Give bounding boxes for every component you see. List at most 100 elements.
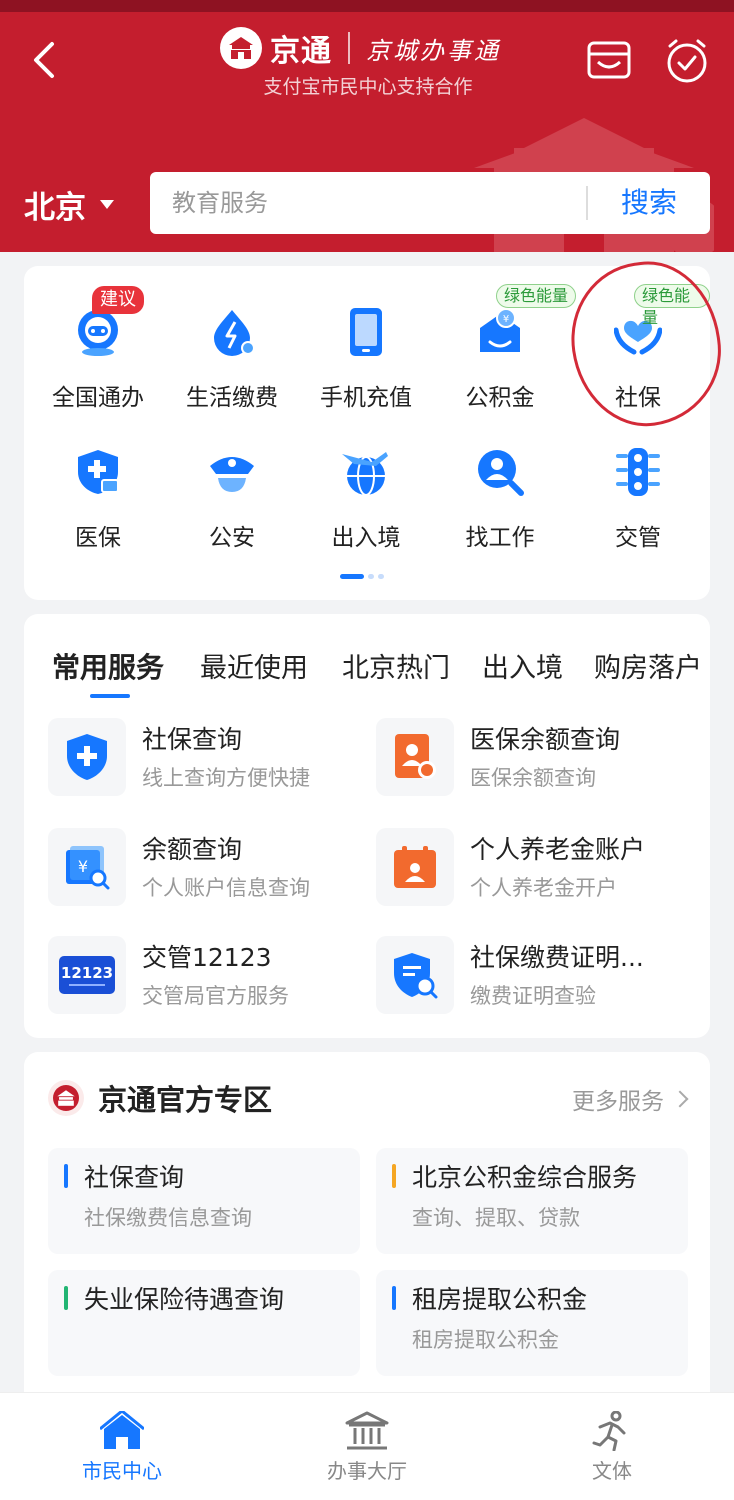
grid-label: 生活缴费 (186, 385, 278, 411)
government-hall-icon (345, 1411, 389, 1450)
grid-label: 交管 (615, 525, 661, 551)
svg-text:12123: 12123 (61, 964, 113, 982)
service-subtitle: 个人养老金开户 (470, 876, 617, 900)
grid-item-police[interactable]: 公安 (164, 448, 300, 568)
grid-item-immigration[interactable]: 出入境 (298, 448, 434, 568)
job-search-icon (478, 450, 524, 496)
tile-subtitle: 查询、提取、贷款 (412, 1206, 580, 1230)
tile-title: 社保查询 (84, 1163, 185, 1192)
phone-recharge-icon (350, 308, 382, 356)
service-icon-box (376, 718, 454, 796)
svg-text:¥: ¥ (503, 314, 509, 325)
nav-culture-sports[interactable]: 文体 (512, 1393, 712, 1500)
nav-label: 市民中心 (82, 1459, 162, 1483)
grid-item-medical[interactable]: 医保 (30, 448, 166, 568)
grid-item-housing-fund[interactable]: ¥ 公积金 (432, 308, 568, 428)
search-input[interactable]: 教育服务 (172, 172, 268, 234)
official-tile-rent-withdraw[interactable]: 租房提取公积金 租房提取公积金 (376, 1270, 688, 1376)
search-button[interactable]: 搜索 (588, 172, 710, 234)
active-tab-indicator (90, 694, 130, 698)
city-name: 北京 (24, 189, 86, 226)
tab-immigration[interactable]: 出入境 (482, 646, 563, 685)
running-person-icon (592, 1411, 626, 1451)
service-title: 个人养老金账户 (470, 835, 646, 864)
brand-separator (348, 32, 350, 64)
nav-label: 办事大厅 (327, 1459, 407, 1483)
city-selector[interactable]: 北京 (24, 182, 114, 226)
timer-check-icon[interactable] (664, 36, 710, 84)
service-subtitle: 医保余额查询 (470, 766, 596, 790)
medical-insurance-icon (78, 450, 119, 494)
official-zone-header: 京通官方专区 (48, 1078, 272, 1118)
brand-slogan: 京城办事通 (366, 36, 501, 65)
brand-name: 京通 (270, 34, 332, 69)
certificate-search-icon (394, 953, 438, 999)
nav-citizen-center[interactable]: 市民中心 (22, 1393, 222, 1500)
jingtong-logo-icon (48, 1080, 84, 1116)
bottom-navigation: 市民中心 办事大厅 文体 (0, 1392, 734, 1500)
service-icon-box (376, 828, 454, 906)
traffic-12123-icon: 12123 (59, 956, 115, 994)
service-icon-box: 12123 (48, 936, 126, 1014)
shield-plus-icon (67, 734, 107, 780)
official-tile-unemployment[interactable]: 失业保险待遇查询 (48, 1270, 360, 1376)
search-bar[interactable]: 教育服务 搜索 (150, 172, 710, 234)
tab-common[interactable]: 常用服务 (52, 646, 164, 686)
police-icon (210, 457, 254, 492)
nav-label: 文体 (592, 1459, 632, 1483)
tile-accent-bar (64, 1286, 68, 1310)
app-brand: 京通 京城办事通 (220, 26, 520, 70)
more-services-link[interactable]: 更多服务 (572, 1082, 689, 1116)
tile-title: 租房提取公积金 (412, 1285, 588, 1314)
official-tile-social-query[interactable]: 社保查询 社保缴费信息查询 (48, 1148, 360, 1254)
grid-label: 出入境 (331, 525, 401, 551)
service-icon-box (48, 718, 126, 796)
chevron-right-icon (671, 1090, 689, 1108)
tab-recent[interactable]: 最近使用 (200, 646, 308, 685)
service-title: 交管12123 (142, 943, 272, 972)
grid-item-nationwide[interactable]: 全国通办 (30, 308, 166, 428)
status-bar-strip (0, 0, 734, 12)
service-title: 余额查询 (142, 835, 243, 864)
service-item-pension[interactable]: 个人养老金账户 个人养老金开户 (376, 828, 696, 912)
nav-service-hall[interactable]: 办事大厅 (267, 1393, 467, 1500)
service-item-social-query[interactable]: 社保查询 线上查询方便快捷 (48, 718, 368, 802)
official-zone-card: 京通官方专区 更多服务 社保查询 社保缴费信息查询 北京公积金综合服务 查询、提… (24, 1052, 710, 1412)
green-energy-badge: 绿色能量 (496, 284, 577, 308)
service-title: 社保缴费证明... (470, 943, 644, 972)
grid-item-traffic[interactable]: 交管 (570, 448, 706, 568)
more-services-label: 更多服务 (572, 1089, 664, 1115)
service-item-medical-balance[interactable]: 医保余额查询 医保余额查询 (376, 718, 696, 802)
service-item-certificate[interactable]: 社保缴费证明... 缴费证明查验 (376, 936, 696, 1020)
service-title: 社保查询 (142, 725, 243, 754)
card-wallet-icon[interactable] (586, 40, 632, 80)
grid-item-recharge[interactable]: 手机充值 (298, 308, 434, 428)
tab-housing-hukou[interactable]: 购房落户 (594, 646, 702, 685)
grid-label: 找工作 (465, 525, 535, 551)
service-item-traffic-12123[interactable]: 12123 交管12123 交管局官方服务 (48, 936, 368, 1020)
service-item-balance[interactable]: ¥ 余额查询 个人账户信息查询 (48, 828, 368, 912)
tile-title: 北京公积金综合服务 (412, 1163, 638, 1192)
page-dot (368, 574, 374, 579)
page-indicator (340, 574, 388, 579)
service-subtitle: 个人账户信息查询 (142, 876, 310, 900)
grid-label: 全国通办 (52, 385, 144, 411)
tab-beijing-hot[interactable]: 北京热门 (342, 646, 450, 685)
tile-accent-bar (392, 1286, 396, 1310)
page-dot-active (340, 574, 364, 579)
immigration-icon (342, 452, 388, 496)
caret-down-icon (100, 199, 114, 209)
service-subtitle: 交管局官方服务 (142, 984, 289, 1008)
service-subtitle: 线上查询方便快捷 (142, 766, 310, 790)
tile-accent-bar (64, 1164, 68, 1188)
service-icon-box (376, 936, 454, 1014)
grid-item-job[interactable]: 找工作 (432, 448, 568, 568)
page-dot (378, 574, 384, 579)
service-subtitle: 缴费证明查验 (470, 984, 596, 1008)
home-icon (100, 1411, 144, 1449)
jingtong-logo-icon (220, 27, 262, 69)
grid-item-utility[interactable]: 生活缴费 (164, 308, 300, 428)
common-services-card: 常用服务 最近使用 北京热门 出入境 购房落户 社保查询 线上查询方便快捷 医保… (24, 614, 710, 1038)
official-tile-housing-fund[interactable]: 北京公积金综合服务 查询、提取、贷款 (376, 1148, 688, 1254)
service-tabs: 常用服务 最近使用 北京热门 出入境 购房落户 (52, 646, 706, 686)
